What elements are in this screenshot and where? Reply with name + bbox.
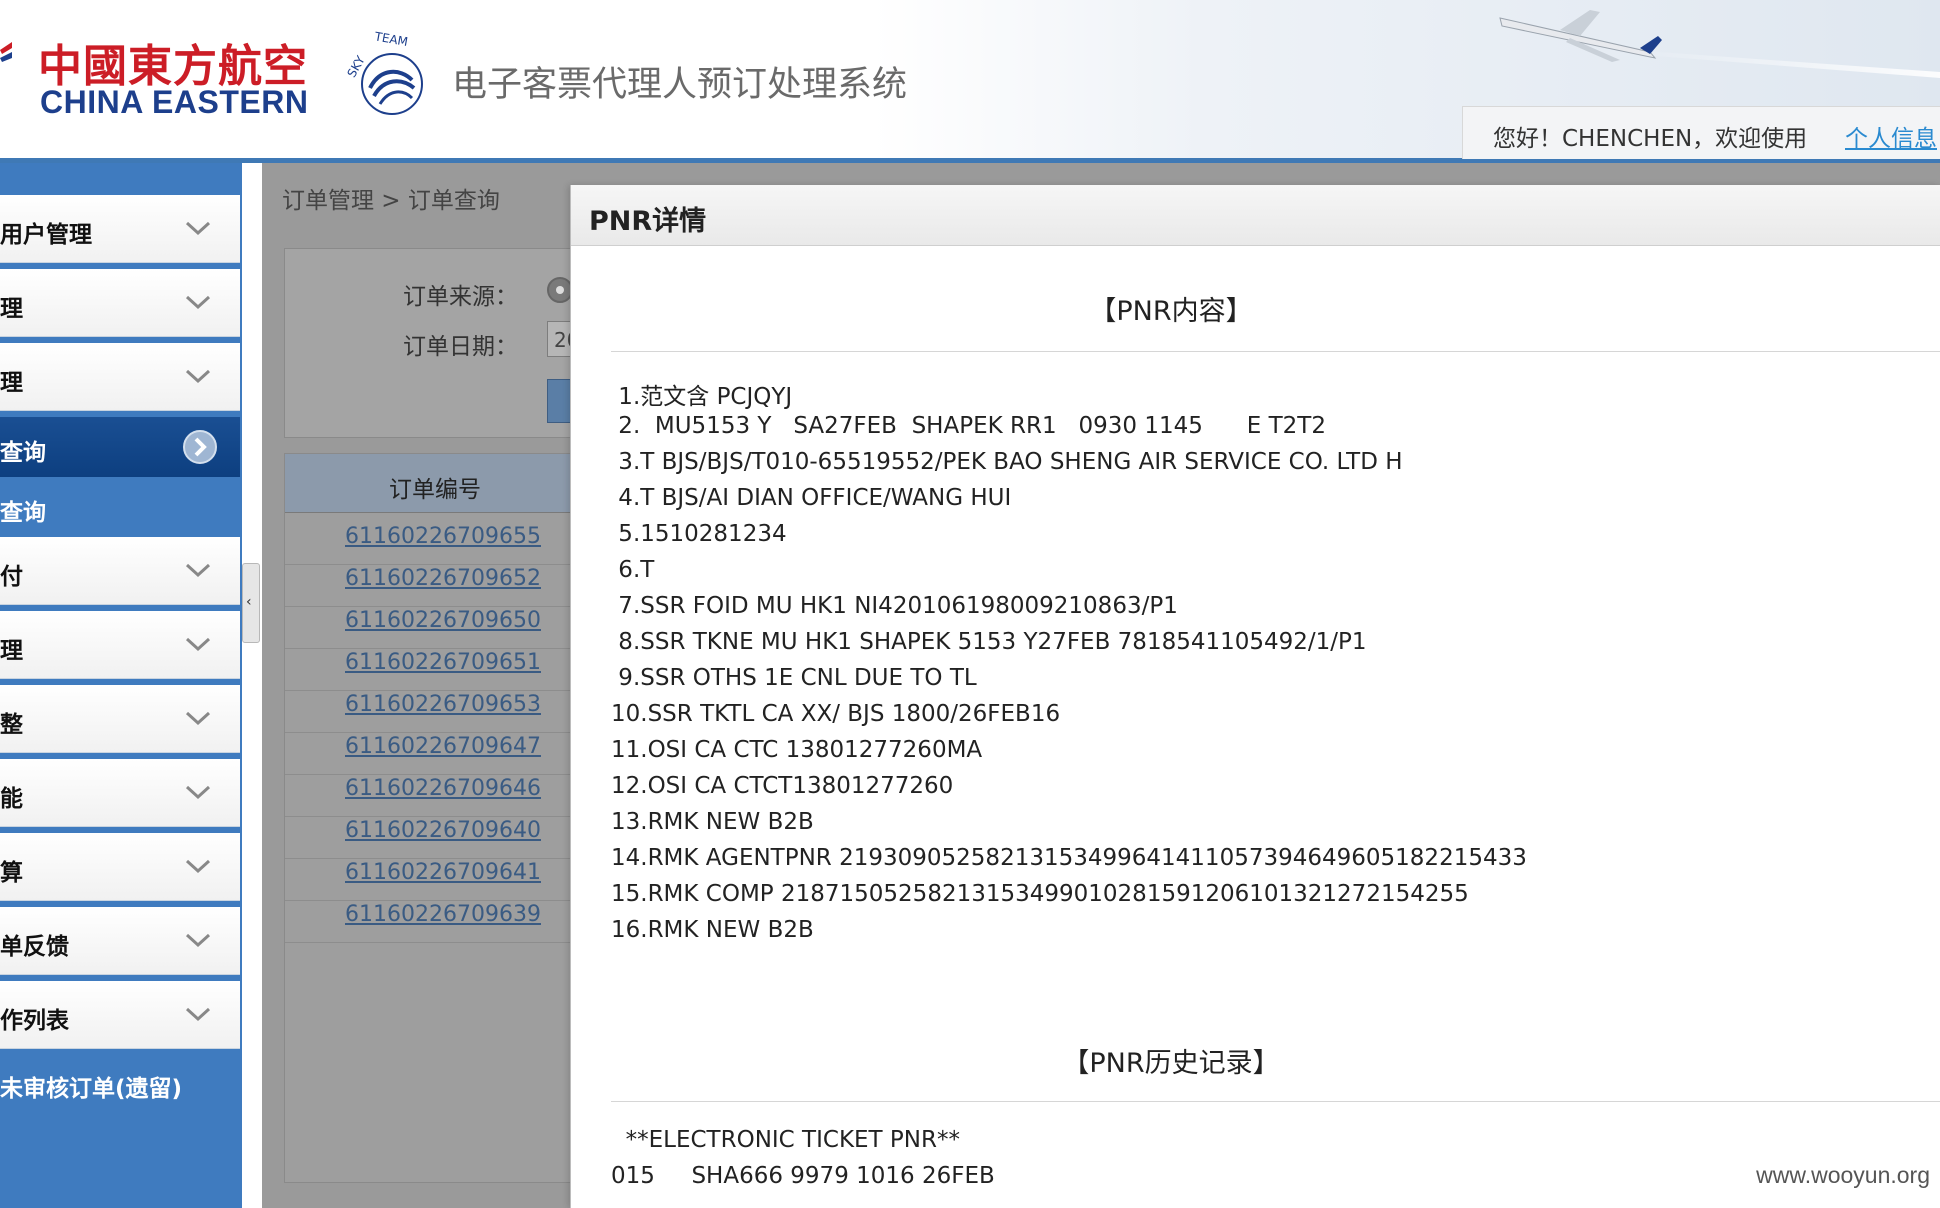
chevron-down-icon bbox=[185, 637, 211, 652]
sidebar-item-query-active[interactable]: 查询 bbox=[0, 417, 240, 477]
order-number-link[interactable]: 61160226709641 bbox=[345, 860, 541, 885]
chevron-left-icon: ‹ bbox=[246, 594, 252, 610]
order-number-link[interactable]: 61160226709646 bbox=[345, 776, 541, 801]
column-header-order-number: 订单编号 bbox=[389, 477, 481, 503]
order-source-label: 订单来源： bbox=[403, 284, 518, 310]
pnr-line: 16.RMK NEW B2B bbox=[611, 917, 814, 943]
pnr-line: 8.SSR TKNE MU HK1 SHAPEK 5153 Y27FEB 781… bbox=[611, 629, 1367, 655]
sidebar: 用户管理 理 理 查询 查询 付 理 整 能 算 单反馈 作列表 未审核订单(遗… bbox=[0, 163, 242, 1208]
system-title: 电子客票代理人预订处理系统 bbox=[452, 65, 908, 105]
pnr-line: 4.T BJS/AI DIAN OFFICE/WANG HUI bbox=[611, 485, 1012, 511]
greeting-bar: 您好！CHENCHEN，欢迎使用 个人信息 bbox=[1462, 106, 1940, 159]
sidebar-item-task-list[interactable]: 作列表 bbox=[0, 981, 240, 1049]
watermark-text: www.wooyun.org bbox=[1756, 1162, 1930, 1188]
filter-panel: 订单来源： 订单日期： 2016 查 bbox=[284, 248, 607, 438]
pnr-line: 3.T BJS/BJS/T010-65519552/PEK BAO SHENG … bbox=[611, 449, 1403, 475]
order-number-link[interactable]: 61160226709652 bbox=[345, 566, 541, 591]
history-line: 015 SHA666 9979 1016 26FEB bbox=[611, 1163, 995, 1189]
order-number-link[interactable]: 61160226709653 bbox=[345, 692, 541, 717]
pnr-line: 9.SSR OTHS 1E CNL DUE TO TL bbox=[611, 665, 977, 691]
table-row: 61160226709639 bbox=[285, 890, 603, 943]
chevron-down-icon bbox=[185, 859, 211, 874]
sidebar-item-manage[interactable]: 理 bbox=[0, 611, 240, 679]
sidebar-item-label: 未审核订单(遗留) bbox=[0, 1076, 183, 1102]
sidebar-item-unreviewed-orders[interactable]: 未审核订单(遗留) bbox=[0, 1053, 240, 1113]
pnr-detail-dialog: PNR详情 【PNR内容】 1.范文含 PCJQYJ 2. MU5153 Y S… bbox=[570, 185, 1940, 1208]
pnr-history-heading: 【PNR历史记录】 bbox=[1062, 1048, 1280, 1079]
svg-text:TEAM: TEAM bbox=[373, 29, 409, 49]
skyteam-logo-icon: SKY TEAM bbox=[344, 29, 423, 115]
breadcrumb: 订单管理 > 订单查询 bbox=[282, 188, 500, 214]
pnr-line: 13.RMK NEW B2B bbox=[611, 809, 814, 835]
sidebar-item-label: 理 bbox=[0, 370, 23, 396]
history-line: **ELECTRONIC TICKET PNR** bbox=[611, 1127, 960, 1153]
sidebar-item-adjust[interactable]: 整 bbox=[0, 685, 240, 753]
sidebar-item-payment[interactable]: 付 bbox=[0, 537, 240, 605]
sidebar-subitem-query[interactable]: 查询 bbox=[0, 479, 240, 535]
pnr-line: 11.OSI CA CTC 13801277260MA bbox=[611, 737, 983, 763]
airplane-banner-icon bbox=[1499, 10, 1940, 78]
pnr-line: 12.OSI CA CTCT13801277260 bbox=[611, 773, 954, 799]
order-date-label: 订单日期： bbox=[403, 334, 518, 360]
sidebar-item-label: 用户管理 bbox=[0, 222, 92, 248]
divider bbox=[611, 351, 1940, 352]
dialog-title: PNR详情 bbox=[589, 206, 707, 237]
sidebar-item-label: 算 bbox=[0, 860, 23, 886]
sidebar-item-label: 整 bbox=[0, 712, 23, 738]
chevron-down-icon bbox=[185, 369, 211, 384]
pnr-content-list: 1.范文含 PCJQYJ 2. MU5153 Y SA27FEB SHAPEK … bbox=[611, 377, 1931, 953]
table-header: 订单编号 bbox=[285, 454, 603, 513]
dialog-titlebar[interactable]: PNR详情 bbox=[571, 185, 1940, 246]
logo-english: CHINA EASTERN bbox=[40, 84, 309, 120]
pnr-line: 7.SSR FOID MU HK1 NI420106198009210863/P… bbox=[611, 593, 1178, 619]
sidebar-item-function[interactable]: 能 bbox=[0, 759, 240, 827]
pnr-line: 5.1510281234 bbox=[611, 521, 787, 547]
order-number-link[interactable]: 61160226709650 bbox=[345, 608, 541, 633]
chevron-down-icon bbox=[185, 785, 211, 800]
chevron-down-icon bbox=[185, 933, 211, 948]
divider bbox=[611, 1101, 1940, 1102]
chevron-down-icon bbox=[185, 1007, 211, 1022]
order-number-link[interactable]: 61160226709655 bbox=[345, 524, 541, 549]
pnr-line: 14.RMK AGENTPNR 219309052582131534996414… bbox=[611, 845, 1527, 871]
pnr-line: 6.T bbox=[611, 557, 655, 583]
logo-mark-icon bbox=[0, 42, 12, 62]
svg-text:SKY: SKY bbox=[344, 53, 368, 80]
pnr-line: 10.SSR TKTL CA XX/ BJS 1800/26FEB16 bbox=[611, 701, 1061, 727]
sidebar-item-feedback[interactable]: 单反馈 bbox=[0, 907, 240, 975]
sidebar-item-label: 理 bbox=[0, 638, 23, 664]
chevron-down-icon bbox=[185, 563, 211, 578]
chevron-down-icon bbox=[185, 711, 211, 726]
pnr-history-list: **ELECTRONIC TICKET PNR** 015 SHA666 997… bbox=[611, 1127, 1931, 1199]
pnr-line: 1.范文含 PCJQYJ bbox=[611, 384, 793, 410]
pnr-content-heading: 【PNR内容】 bbox=[1089, 296, 1253, 327]
order-number-link[interactable]: 61160226709651 bbox=[345, 650, 541, 675]
sidebar-item-2[interactable]: 理 bbox=[0, 269, 240, 337]
order-number-link[interactable]: 61160226709647 bbox=[345, 734, 541, 759]
profile-link[interactable]: 个人信息 bbox=[1845, 119, 1937, 153]
header: 中國東方航空 CHINA EASTERN SKY TEAM 电子客票代理人预订处… bbox=[0, 0, 1940, 163]
sidebar-item-settlement[interactable]: 算 bbox=[0, 833, 240, 901]
pnr-line: 15.RMK COMP 2187150525821315349901028159… bbox=[611, 881, 1469, 907]
sidebar-item-label: 付 bbox=[0, 564, 23, 590]
sidebar-item-label: 查询 bbox=[0, 440, 46, 466]
greeting-text: 您好！CHENCHEN，欢迎使用 bbox=[1493, 126, 1808, 152]
pnr-line: 2. MU5153 Y SA27FEB SHAPEK RR1 0930 1145… bbox=[611, 413, 1326, 439]
sidebar-collapse-handle[interactable]: ‹ bbox=[242, 563, 260, 643]
sidebar-item-label: 单反馈 bbox=[0, 934, 69, 960]
orders-table: 订单编号 61160226709655 61160226709652 61160… bbox=[284, 453, 604, 1183]
order-number-link[interactable]: 61160226709639 bbox=[345, 902, 541, 927]
chevron-right-circle-icon bbox=[183, 430, 217, 464]
sidebar-subitem-label: 查询 bbox=[0, 500, 46, 526]
sidebar-item-label: 理 bbox=[0, 296, 23, 322]
chevron-down-icon bbox=[185, 295, 211, 310]
sidebar-item-user-management[interactable]: 用户管理 bbox=[0, 195, 240, 263]
sidebar-item-label: 能 bbox=[0, 786, 23, 812]
sidebar-item-label: 作列表 bbox=[0, 1008, 69, 1034]
chevron-down-icon bbox=[185, 221, 211, 236]
order-number-link[interactable]: 61160226709640 bbox=[345, 818, 541, 843]
sidebar-item-3[interactable]: 理 bbox=[0, 343, 240, 411]
